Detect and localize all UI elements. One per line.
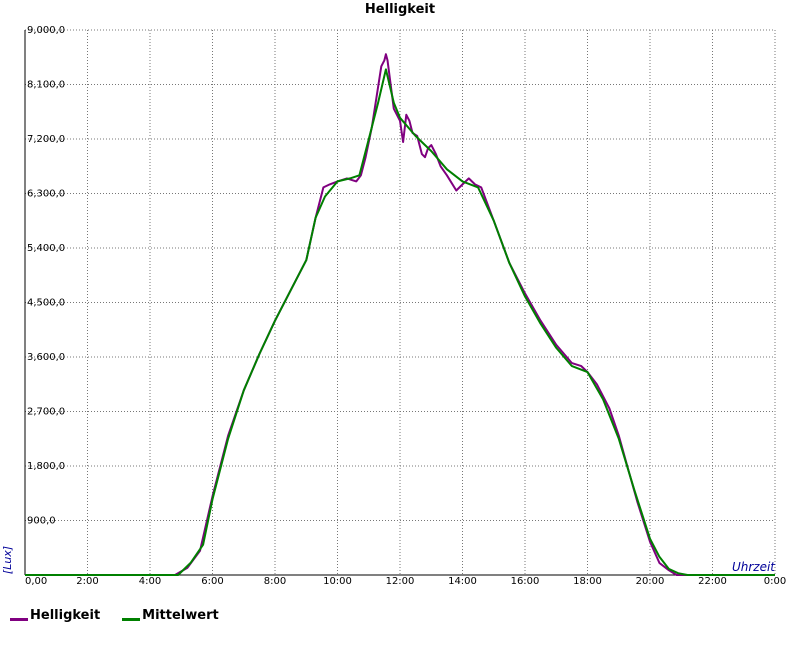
x-tick-label: 22:00 <box>698 576 727 587</box>
legend-label-mittelwert: Mittelwert <box>142 608 219 623</box>
legend-label-helligkeit: Helligkeit <box>30 608 101 623</box>
x-tick-label: 0:00 <box>764 576 786 587</box>
y-axis-ticks: 900,0 1,800,0 2,700,0 3,600,0 4,500,0 5,400,0… <box>27 25 65 527</box>
x-tick-label: 10:00 <box>323 576 352 587</box>
legend-item-mittelwert: Mittelwert <box>122 608 219 623</box>
series-line-mittelwert <box>25 68 775 576</box>
x-axis-label: Uhrzeit <box>732 560 776 574</box>
x-tick-label: 14:00 <box>448 576 477 587</box>
x-tick-label: 6:00 <box>201 576 223 587</box>
x-tick-label: 20:00 <box>636 576 665 587</box>
y-tick-label: 5,400,0 <box>27 243 65 254</box>
x-tick-label: 16:00 <box>511 576 540 587</box>
x-tick-label: 18:00 <box>573 576 602 587</box>
legend-swatch-helligkeit <box>10 618 28 621</box>
x-tick-label: 0,00 <box>25 576 47 587</box>
legend-item-helligkeit: Helligkeit <box>10 608 100 623</box>
x-axis-ticks: 0,00 2:00 4:00 6:00 8:00 10:00 12:00 14:00 16:00… <box>25 576 786 587</box>
x-tick-label: 12:00 <box>386 576 415 587</box>
y-tick-label: 8,100,0 <box>27 80 65 91</box>
y-tick-label: 1,800,0 <box>27 461 65 472</box>
y-tick-label: 6,300,0 <box>27 189 65 200</box>
x-tick-label: 4:00 <box>139 576 161 587</box>
chart: Helligkeit 900,0 1,800,0 2,700,0 3,600,0 4,5… <box>1 2 786 587</box>
legend-swatch-mittelwert <box>122 618 141 621</box>
chart-title: Helligkeit <box>365 2 435 17</box>
x-tick-label: 2:00 <box>76 576 98 587</box>
legend: Helligkeit Mittelwert <box>10 608 219 623</box>
y-tick-label: 4,500,0 <box>27 298 65 309</box>
y-tick-label: 2,700,0 <box>27 407 65 418</box>
y-tick-label: 9,000,0 <box>27 25 65 36</box>
y-tick-label: 900,0 <box>27 516 56 527</box>
y-tick-label: 7,200,0 <box>27 134 65 145</box>
y-axis-label: [Lux] <box>1 546 14 574</box>
x-tick-label: 8:00 <box>264 576 286 587</box>
grid <box>25 29 776 575</box>
y-tick-label: 3,600,0 <box>27 352 65 363</box>
